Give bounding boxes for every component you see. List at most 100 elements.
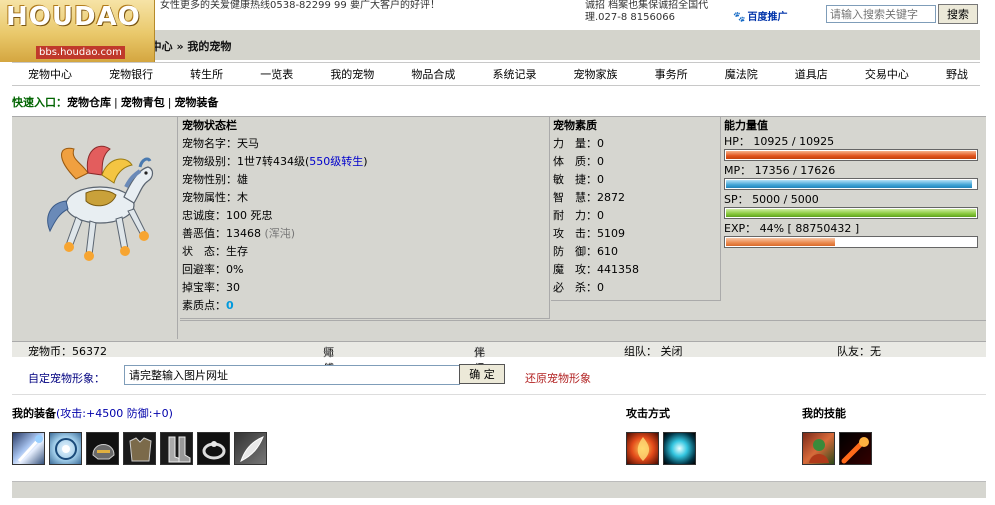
- quality-row-attack: 攻 击：5109: [553, 227, 625, 240]
- pet-image-box: [12, 117, 178, 339]
- boots-item-icon: [168, 436, 191, 463]
- restore-image-link[interactable]: 还原宠物形象: [525, 370, 591, 386]
- boots-item-icon[interactable]: [160, 432, 193, 465]
- ad-text-left[interactable]: 女性更多的关爱健康热线0538-82299 99 要广大客户的好评！: [160, 0, 500, 12]
- quick-link-warehouse[interactable]: 宠物仓库: [67, 96, 111, 109]
- mp-bar: [724, 178, 978, 190]
- main-nav: 宠物中心 宠物银行 转生所 一览表 我的宠物 物品合成 系统记录 宠物家族 事务…: [12, 62, 980, 86]
- sp-label: SP： 5000 / 5000: [724, 193, 819, 206]
- pet-name: 天马: [237, 137, 259, 150]
- pet-evade: 0%: [226, 263, 244, 276]
- quick-entry-title: 快速入口：: [12, 96, 67, 109]
- quality-row-constitution: 体 质：0: [553, 155, 604, 168]
- nav-item-my-pet[interactable]: 我的宠物: [330, 66, 374, 82]
- pet-info-row: 宠物币：56372 师傅：无 伴侣：无 组队： 关闭 队友：无: [12, 341, 986, 375]
- custom-image-label: 自定宠物形象：: [28, 372, 105, 385]
- nav-item-synthesis[interactable]: 物品合成: [411, 66, 455, 82]
- pet-level-row: 宠物级别：1世7转434级(550级转生): [182, 155, 368, 168]
- custom-image-url-input[interactable]: [124, 365, 460, 385]
- logo-text: HOUDAO: [6, 2, 141, 32]
- attack-title: 攻击方式: [626, 407, 670, 420]
- nav-item-item-shop[interactable]: 道具店: [795, 66, 828, 82]
- quality-row-magic-attack: 魔 攻：441358: [553, 263, 639, 276]
- site-logo[interactable]: HOUDAO bbs.houdao.com: [0, 0, 155, 62]
- nav-item-system-log[interactable]: 系统记录: [492, 66, 536, 82]
- feather-item-icon: [240, 436, 264, 462]
- section-divider: [12, 394, 986, 395]
- mp-label: MP： 17356 / 17626: [724, 164, 836, 177]
- confirm-button[interactable]: 确 定: [459, 364, 505, 384]
- fire-attack-icon: [637, 437, 650, 461]
- nav-item-rebirth[interactable]: 转生所: [190, 66, 223, 82]
- pet-loyalty-row: 忠诚度：100 死忠: [182, 209, 273, 222]
- warrior-skill-icon[interactable]: [802, 432, 835, 465]
- pet-ability-column: 能力量值 HP： 10925 / 10925 MP： 17356 / 17626…: [722, 117, 986, 265]
- pet-attr: 木: [237, 191, 248, 204]
- search-button[interactable]: 搜索: [938, 4, 978, 24]
- attack-icons: [626, 432, 696, 465]
- search-input[interactable]: [826, 5, 936, 23]
- pet-attr-row: 宠物属性：木: [182, 191, 248, 204]
- pet-karma-note: (浑沌): [264, 227, 296, 240]
- feather-item-icon[interactable]: [234, 432, 267, 465]
- nav-item-pet-bank[interactable]: 宠物银行: [109, 66, 153, 82]
- energy-orb-attack-icon[interactable]: [663, 432, 696, 465]
- pet-drop: 30: [226, 281, 240, 294]
- nav-item-pet-center[interactable]: 宠物中心: [28, 66, 72, 82]
- quality-row-critical: 必 杀：0: [553, 281, 604, 294]
- meteor-skill-icon: [841, 437, 869, 464]
- armor-item-icon[interactable]: [123, 432, 156, 465]
- staff-item-icon[interactable]: [12, 432, 45, 465]
- quality-row-wisdom: 智 慧：2872: [553, 191, 625, 204]
- pegasus-pet-image: [47, 145, 154, 261]
- nav-item-office[interactable]: 事务所: [655, 66, 688, 82]
- pet-panel: 宠物状态栏 宠物名字：天马 宠物级别：1世7转434级(550级转生) 宠物性别…: [12, 116, 986, 341]
- pet-evade-row: 回避率：0%: [182, 263, 244, 276]
- ring-item-icon: [202, 441, 226, 460]
- nav-item-magic-academy[interactable]: 魔法院: [725, 66, 758, 82]
- pet-quality-column: 宠物素质 力 量：0 体 质：0 敏 捷：0 智 慧：2872 耐 力：0 攻 …: [551, 117, 721, 301]
- staff-item-icon: [17, 435, 43, 463]
- sp-bar: [724, 207, 978, 219]
- paw-icon: 🐾: [733, 12, 746, 23]
- logo-url: bbs.houdao.com: [36, 46, 125, 59]
- nav-item-trade-center[interactable]: 交易中心: [865, 66, 909, 82]
- fire-attack-icon[interactable]: [626, 432, 659, 465]
- ad-text-right[interactable]: 诚招 档案也集保诚招全国代理.027-8 8156066: [585, 0, 730, 24]
- meteor-skill-icon[interactable]: [839, 432, 872, 465]
- rebirth-link[interactable]: 550级转生: [309, 155, 363, 168]
- quality-row-defense: 防 御：610: [553, 245, 618, 258]
- pet-karma-row: 善恶值：13468 (浑沌): [182, 227, 296, 240]
- helmet-item-icon[interactable]: [86, 432, 119, 465]
- skill-icons: [802, 432, 872, 465]
- equipment-icons: [12, 432, 267, 465]
- mirror-item-icon[interactable]: [49, 432, 82, 465]
- hp-label: HP： 10925 / 10925: [724, 135, 835, 148]
- exp-label: EXP： 44% [ 88750432 ]: [724, 222, 860, 235]
- pet-gender-row: 宠物性别：雄: [182, 173, 248, 186]
- quick-link-bag[interactable]: 宠物青包: [121, 96, 165, 109]
- team-info: 组队： 关闭: [624, 345, 683, 358]
- quick-entry: 快速入口：宠物仓库 | 宠物青包 | 宠物装备: [12, 96, 219, 109]
- quality-title: 宠物素质: [553, 119, 597, 132]
- equipment-title: 我的装备(攻击:+4500 防御:+0): [12, 407, 173, 420]
- pet-gender: 雄: [237, 173, 248, 186]
- baidu-promo[interactable]: 🐾 百度推广: [733, 8, 787, 23]
- pet-points[interactable]: 0: [226, 299, 234, 312]
- breadcrumb-bar: ⌂猴岛游戏论坛 » 宠物中心 » 我的宠物: [12, 30, 980, 60]
- skills-title: 我的技能: [802, 407, 846, 420]
- quality-row-endurance: 耐 力：0: [553, 209, 604, 222]
- warrior-skill-icon: [809, 439, 829, 463]
- nav-item-field-battle[interactable]: 野战: [946, 66, 968, 82]
- mirror-item-icon: [55, 438, 77, 460]
- mp-bar-fill: [726, 180, 973, 188]
- nav-item-overview[interactable]: 一览表: [260, 66, 293, 82]
- ring-item-icon[interactable]: [197, 432, 230, 465]
- bottom-strip: [12, 481, 986, 498]
- quick-link-equipment[interactable]: 宠物装备: [174, 96, 218, 109]
- hp-bar: [724, 149, 978, 161]
- quality-row-agility: 敏 捷：0: [553, 173, 604, 186]
- nav-item-pet-family[interactable]: 宠物家族: [574, 66, 618, 82]
- custom-image-form: 自定宠物形象： 确 定 还原宠物形象: [12, 362, 986, 390]
- status-title: 宠物状态栏: [182, 119, 237, 132]
